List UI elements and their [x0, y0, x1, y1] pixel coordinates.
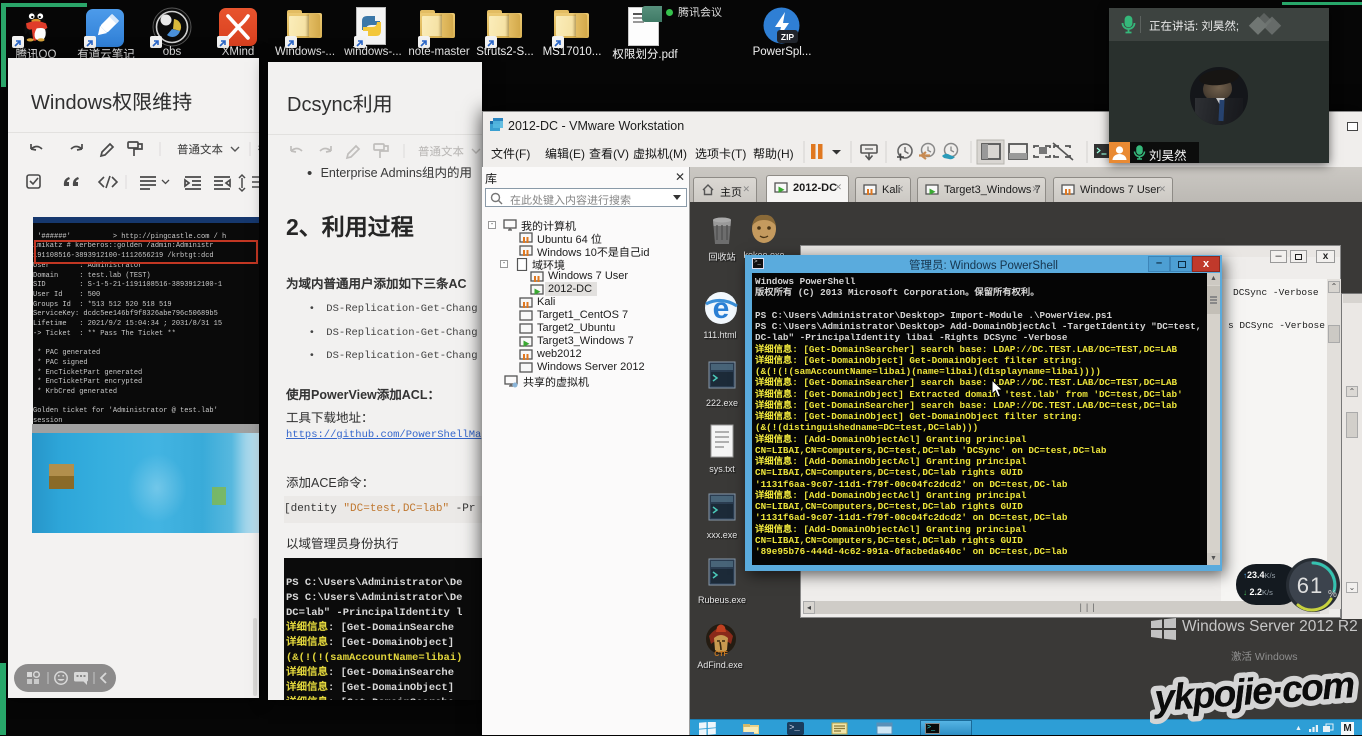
- svg-text:61: 61: [1297, 573, 1323, 598]
- svg-text:%: %: [1328, 589, 1337, 600]
- svg-text:普通文本: 普通文本: [177, 144, 223, 157]
- svg-text:CTF: CTF: [714, 651, 728, 658]
- svg-text:微: 微: [258, 144, 259, 157]
- svg-text:ykpojie·com: ykpojie·com: [1151, 664, 1355, 719]
- svg-text:ZIP: ZIP: [781, 32, 795, 42]
- svg-text:e: e: [713, 292, 730, 325]
- svg-text:普通文本: 普通文本: [418, 146, 464, 159]
